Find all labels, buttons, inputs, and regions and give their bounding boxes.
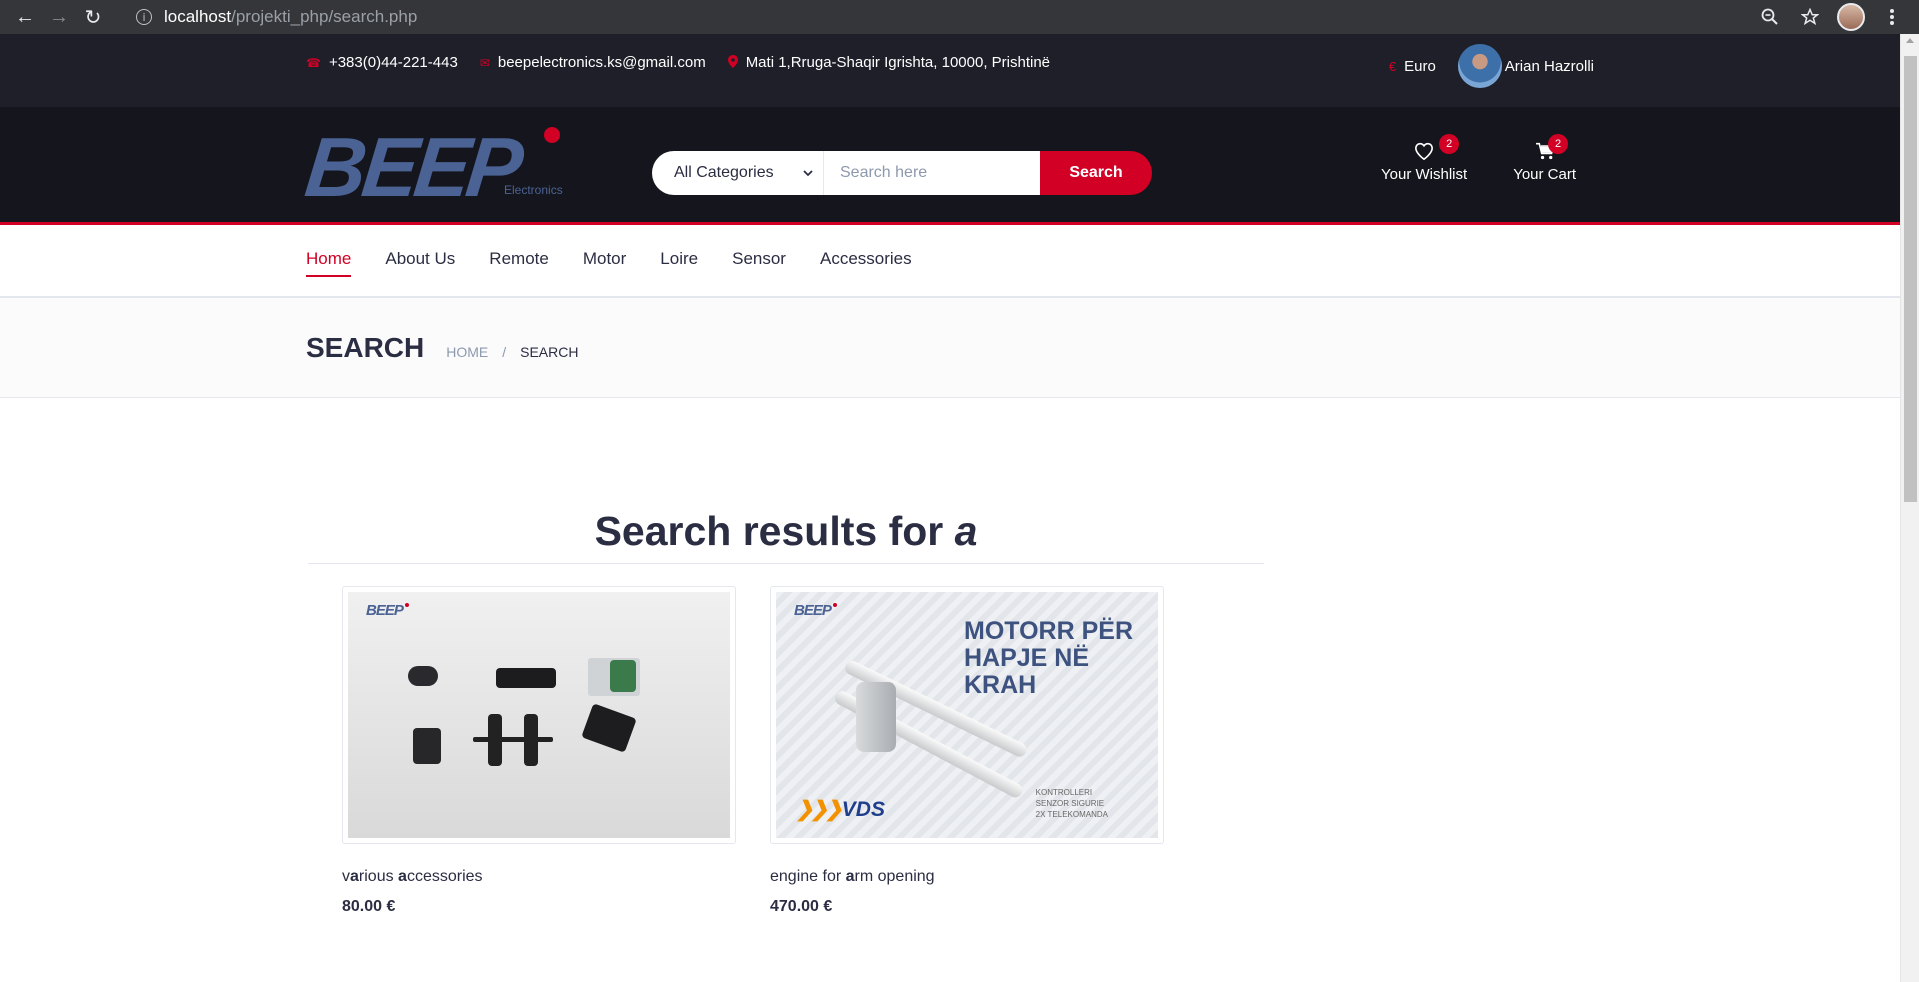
bookmark-star-icon[interactable] [1797, 4, 1823, 30]
logo-subtitle: Electronics [504, 183, 563, 197]
profile-avatar[interactable] [1837, 3, 1865, 31]
email-text: beepelectronics.ks@gmail.com [497, 54, 706, 71]
module-shape [581, 703, 637, 753]
map-marker-icon [727, 54, 738, 71]
address-bar[interactable]: i localhost/projekti_php/search.php [128, 3, 1757, 31]
top-header: ☎ +383(0)44-221-443 ✉ beepelectronics.ks… [0, 34, 1900, 107]
remote-shape [408, 666, 438, 686]
product-card[interactable]: BEEP various accessories 80.00 € [342, 586, 736, 916]
breadcrumb-home-link[interactable]: HOME [446, 344, 488, 360]
search-button[interactable]: Search [1040, 151, 1152, 195]
nav-item-home[interactable]: Home [306, 249, 352, 277]
nav-item-about-us[interactable]: About Us [385, 249, 455, 273]
circuit-board-shape [610, 660, 636, 692]
image-note: KONTROLLERI [1035, 788, 1093, 797]
logo-word: BEEP [301, 120, 524, 214]
results-heading-text: Search results for [594, 508, 955, 554]
product-image[interactable]: BEEP [342, 586, 736, 844]
address-text: Mati 1,Rruga-Shaqir Igrishta, 10000, Pri… [745, 54, 1051, 71]
category-value: All Categories [674, 164, 774, 181]
product-image-logo: BEEP [794, 602, 837, 619]
currency-selector[interactable]: € Euro [1389, 58, 1436, 75]
image-note: SENZOR SIGURIE [1035, 799, 1105, 808]
product-image-title: MOTORR PËR HAPJE NË KRAH [964, 617, 1133, 699]
category-select[interactable]: All Categories [652, 151, 824, 195]
user-account-link[interactable]: Arian Hazrolli [1457, 44, 1594, 88]
chevron-down-icon [803, 164, 813, 182]
main-navigation: Home About Us Remote Motor Loire Sensor Access… [0, 225, 1900, 298]
product-price: 470.00 € [770, 898, 833, 915]
search-results-heading: Search results for a [308, 508, 1264, 555]
product-name-part: rious [358, 868, 399, 885]
search-query: a [954, 508, 978, 554]
product-image-logo: BEEP [366, 602, 409, 619]
product-name[interactable]: engine for arm opening [770, 868, 1164, 886]
nav-item-accessories[interactable]: Accessories [820, 249, 912, 273]
nav-item-remote[interactable]: Remote [489, 249, 549, 273]
breadcrumb: HOME / SEARCH [446, 344, 578, 360]
product-name-part: v [342, 868, 350, 885]
beep-logo[interactable]: BEEP Electronics [301, 120, 566, 214]
currency-label: Euro [1404, 57, 1436, 75]
address-link[interactable]: Mati 1,Rruga-Shaqir Igrishta, 10000, Pri… [727, 54, 1051, 71]
zoom-icon[interactable] [1757, 4, 1783, 30]
url-path: /projekti_php/search.php [231, 7, 418, 26]
scroll-up-icon[interactable] [1906, 38, 1914, 43]
scrollbar-thumb[interactable] [1904, 56, 1917, 502]
breadcrumb-current: SEARCH [520, 343, 579, 360]
url-host: localhost [164, 7, 232, 26]
back-icon[interactable]: ← [8, 0, 42, 34]
page-title: SEARCH [306, 331, 425, 363]
page-scrollbar[interactable] [1900, 34, 1919, 982]
main-header: BEEP Electronics All Categories Search h… [0, 107, 1900, 225]
wishlist-label: Your Wishlist [1381, 166, 1468, 183]
reload-icon[interactable]: ↻ [76, 0, 110, 34]
user-name: Arian Hazrolli [1504, 57, 1594, 75]
receiver-box-shape [496, 668, 556, 688]
phone-icon: ☎ [306, 55, 321, 70]
envelope-icon: ✉ [479, 55, 490, 70]
email-link[interactable]: ✉ beepelectronics.ks@gmail.com [480, 54, 706, 71]
search-form: All Categories Search [652, 151, 1152, 195]
wishlist-link[interactable]: Your Wishlist 2 [1381, 134, 1468, 183]
query-highlight: a [398, 868, 407, 885]
product-name-part: engine for [770, 868, 846, 885]
product-card[interactable]: BEEP MOTORR PËR HAPJE NË KRAH ❯❯❯VDS KON… [770, 586, 1164, 916]
nav-item-loire[interactable]: Loire [660, 249, 698, 273]
search-results-section: Search results for a BEEP various access… [0, 398, 1900, 916]
product-price: 80.00 € [342, 898, 396, 915]
forward-icon[interactable]: → [42, 0, 76, 34]
vds-brand: VDS [841, 798, 885, 821]
product-name-part: ccessories [406, 868, 483, 885]
actuator-motor-shape [856, 682, 896, 752]
keypad-shape [413, 728, 441, 764]
product-name[interactable]: various accessories [342, 868, 736, 886]
cart-link[interactable]: Your Cart 2 [1513, 134, 1576, 183]
cart-label: Your Cart [1513, 166, 1576, 183]
nav-item-motor[interactable]: Motor [583, 249, 626, 273]
nav-item-sensor[interactable]: Sensor [732, 249, 786, 273]
cart-count-badge: 2 [1548, 134, 1568, 154]
phone-link[interactable]: ☎ +383(0)44-221-443 [306, 54, 458, 71]
logo-dot [544, 127, 560, 143]
breadcrumb-separator: / [502, 343, 507, 360]
product-name-part: rm opening [854, 868, 935, 885]
product-image-notes: KONTROLLERI SENZOR SIGURIE 2X TELEKOMAND… [1036, 787, 1108, 820]
vds-chevron-icon: ❯❯❯ [796, 798, 843, 821]
vds-logo: ❯❯❯VDS [796, 797, 885, 822]
phone-text: +383(0)44-221-443 [328, 54, 458, 71]
site-info-icon[interactable]: i [136, 9, 152, 25]
page-content: ☎ +383(0)44-221-443 ✉ beepelectronics.ks… [0, 34, 1900, 982]
browser-toolbar: ← → ↻ i localhost/projekti_php/search.ph… [0, 0, 1919, 34]
menu-dots-icon[interactable] [1879, 4, 1905, 30]
query-highlight: a [845, 868, 855, 885]
query-highlight: a [350, 868, 359, 885]
breadcrumb-section: SEARCH HOME / SEARCH [0, 298, 1900, 398]
image-note: 2X TELEKOMANDA [1035, 810, 1108, 819]
lock-bar-shape [473, 737, 553, 742]
user-avatar [1457, 44, 1502, 88]
euro-icon: € [1388, 58, 1397, 74]
search-input[interactable] [824, 151, 1040, 195]
product-image[interactable]: BEEP MOTORR PËR HAPJE NË KRAH ❯❯❯VDS KON… [770, 586, 1164, 844]
